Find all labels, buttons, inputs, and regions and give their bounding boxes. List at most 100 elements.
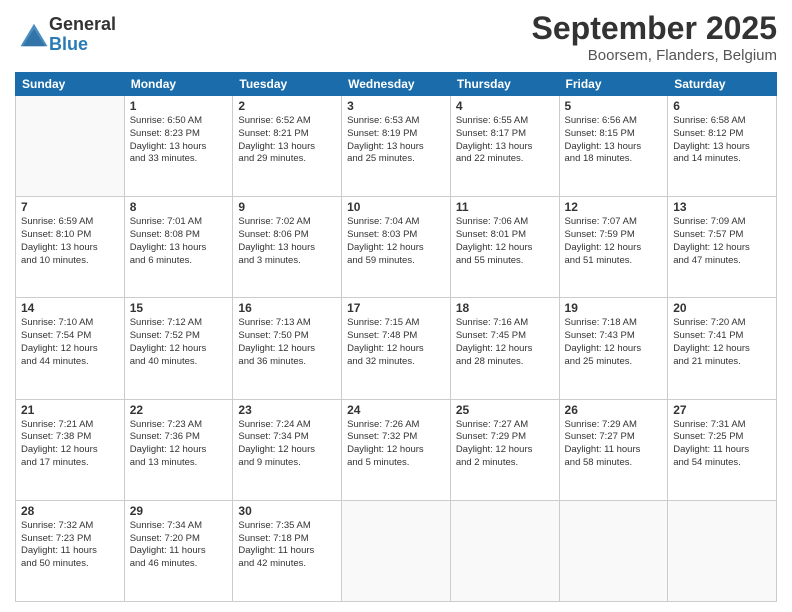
cell-line: Sunset: 7:41 PM — [673, 330, 743, 341]
cell-line: Sunset: 8:03 PM — [347, 229, 417, 240]
cell-content: Sunrise: 7:32 AM Sunset: 7:23 PMDaylight:… — [21, 520, 119, 571]
cell-line: Daylight: 12 hours — [347, 343, 424, 354]
col-saturday: Saturday — [668, 73, 777, 96]
cell-line: Sunset: 8:12 PM — [673, 128, 743, 139]
cell-line: and 40 minutes. — [130, 356, 198, 367]
cell-line: Sunrise: 6:59 AM — [21, 216, 93, 227]
cell-line: Sunrise: 7:10 AM — [21, 317, 93, 328]
cell-line: and 22 minutes. — [456, 153, 524, 164]
cell-content: Sunrise: 6:52 AMSunset: 8:21 PMDaylight:… — [238, 115, 336, 166]
cell-line: Sunset: 7:27 PM — [565, 431, 635, 442]
table-row — [342, 500, 451, 601]
cell-line: Sunrise: 7:35 AM — [238, 520, 310, 531]
day-number: 19 — [565, 301, 663, 315]
header: General Blue September 2025 Boorsem, Fla… — [15, 10, 777, 64]
table-row: 13Sunrise: 7:09 AMSunset: 7:57 PMDayligh… — [668, 197, 777, 298]
table-row: 6Sunrise: 6:58 AMSunset: 8:12 PMDaylight… — [668, 96, 777, 197]
cell-line: Daylight: 12 hours — [21, 343, 98, 354]
cell-line: and 28 minutes. — [456, 356, 524, 367]
cell-line: Daylight: 12 hours — [673, 242, 750, 253]
cell-line: Daylight: 12 hours — [456, 343, 533, 354]
day-number: 21 — [21, 403, 119, 417]
day-number: 12 — [565, 200, 663, 214]
table-row: 19 Sunrise: 7:18 AMSunset: 7:43 PMDayligh… — [559, 298, 668, 399]
cell-line: Sunset: 7:59 PM — [565, 229, 635, 240]
day-number: 3 — [347, 99, 445, 113]
cell-line: Sunrise: 7:32 AM — [21, 520, 93, 531]
cell-line: Daylight: 12 hours — [130, 343, 207, 354]
table-row: 25Sunrise: 7:27 AMSunset: 7:29 PMDayligh… — [450, 399, 559, 500]
table-row: 10Sunrise: 7:04 AMSunset: 8:03 PMDayligh… — [342, 197, 451, 298]
cell-line: Sunset: 7:48 PM — [347, 330, 417, 341]
cell-line: and 59 minutes. — [347, 255, 415, 266]
table-row: 9Sunrise: 7:02 AMSunset: 8:06 PMDaylight… — [233, 197, 342, 298]
cell-line: Daylight: 13 hours — [130, 242, 207, 253]
cell-line: and 51 minutes. — [565, 255, 633, 266]
cell-line: and 44 minutes. — [21, 356, 89, 367]
table-row: 21Sunrise: 7:21 AMSunset: 7:38 PMDayligh… — [16, 399, 125, 500]
cell-line: Sunrise: 7:01 AM — [130, 216, 202, 227]
calendar-table: Sunday Monday Tuesday Wednesday Thursday… — [15, 72, 777, 602]
table-row — [450, 500, 559, 601]
col-thursday: Thursday — [450, 73, 559, 96]
cell-line: Sunset: 7:57 PM — [673, 229, 743, 240]
cell-line: Sunset: 7:23 PM — [21, 533, 91, 544]
table-row: 27Sunrise: 7:31 AMSunset: 7:25 PMDayligh… — [668, 399, 777, 500]
cell-line: Sunset: 8:15 PM — [565, 128, 635, 139]
cell-line: Daylight: 12 hours — [130, 444, 207, 455]
table-row: 12Sunrise: 7:07 AMSunset: 7:59 PMDayligh… — [559, 197, 668, 298]
cell-line: and 33 minutes. — [130, 153, 198, 164]
day-number: 16 — [238, 301, 336, 315]
table-row: 28Sunrise: 7:32 AMSunset: 7:23 PMDayligh… — [16, 500, 125, 601]
calendar-week-row: 21Sunrise: 7:21 AMSunset: 7:38 PMDayligh… — [16, 399, 777, 500]
table-row: 22Sunrise: 7:23 AMSunset: 7:36 PMDayligh… — [124, 399, 233, 500]
cell-line: Sunset: 8:17 PM — [456, 128, 526, 139]
cell-line: Sunrise: 7:34 AM — [130, 520, 202, 531]
calendar-week-row: 7 Sunrise: 6:59 AM Sunset: 8:10 PM Daylight… — [16, 197, 777, 298]
table-row: 15Sunrise: 7:12 AMSunset: 7:52 PMDayligh… — [124, 298, 233, 399]
cell-content: Sunrise: 7:34 AMSunset: 7:20 PMDaylight:… — [130, 520, 228, 571]
cell-line: and 54 minutes. — [673, 457, 741, 468]
cell-line: Sunrise: 7:09 AM — [673, 216, 745, 227]
cell-content: Sunrise: 7:09 AM Sunset: 7:57 PM Daylight:… — [673, 216, 771, 267]
cell-line: and 9 minutes. — [238, 457, 300, 468]
cell-content: Sunrise: 7:13 AMSunset: 7:50 PMDaylight:… — [238, 317, 336, 368]
day-number: 25 — [456, 403, 554, 417]
table-row: 11Sunrise: 7:06 AMSunset: 8:01 PMDayligh… — [450, 197, 559, 298]
day-number: 30 — [238, 504, 336, 518]
day-number: 17 — [347, 301, 445, 315]
cell-line: Sunset: 8:06 PM — [238, 229, 308, 240]
cell-line: and 47 minutes. — [673, 255, 741, 266]
cell-line: Sunset: 7:32 PM — [347, 431, 417, 442]
day-number: 18 — [456, 301, 554, 315]
day-number: 7 — [21, 200, 119, 214]
cell-line: Daylight: 11 hours — [130, 545, 206, 556]
cell-line: Daylight: 13 hours — [130, 141, 207, 152]
cell-line: Daylight: 12 hours — [673, 343, 750, 354]
logo-blue-text: Blue — [49, 35, 116, 55]
cell-line: Sunrise: 7:26 AM — [347, 419, 419, 430]
table-row: 8Sunrise: 7:01 AMSunset: 8:08 PMDaylight… — [124, 197, 233, 298]
calendar-week-row: 1Sunrise: 6:50 AMSunset: 8:23 PMDaylight… — [16, 96, 777, 197]
cell-line: Sunset: 8:10 PM — [21, 229, 91, 240]
cell-content: Sunrise: 7:10 AMSunset: 7:54 PMDaylight:… — [21, 317, 119, 368]
day-number: 23 — [238, 403, 336, 417]
cell-line: Sunrise: 6:53 AM — [347, 115, 419, 126]
cell-line: and 6 minutes. — [130, 255, 192, 266]
col-wednesday: Wednesday — [342, 73, 451, 96]
cell-content: Sunrise: 7:18 AMSunset: 7:43 PMDaylight:… — [565, 317, 663, 368]
cell-line: Daylight: 12 hours — [565, 242, 642, 253]
col-friday: Friday — [559, 73, 668, 96]
cell-line: Sunset: 7:38 PM — [21, 431, 91, 442]
col-tuesday: Tuesday — [233, 73, 342, 96]
day-number: 11 — [456, 200, 554, 214]
cell-line: Sunset: 7:45 PM — [456, 330, 526, 341]
day-number: 6 — [673, 99, 771, 113]
table-row: 17Sunrise: 7:15 AMSunset: 7:48 PMDayligh… — [342, 298, 451, 399]
cell-content: Sunrise: 6:50 AMSunset: 8:23 PMDaylight:… — [130, 115, 228, 166]
col-monday: Monday — [124, 73, 233, 96]
cell-line: Sunset: 7:25 PM — [673, 431, 743, 442]
cell-line: Daylight: 11 hours — [21, 545, 97, 556]
day-number: 15 — [130, 301, 228, 315]
cell-line: Sunset: 7:50 PM — [238, 330, 308, 341]
